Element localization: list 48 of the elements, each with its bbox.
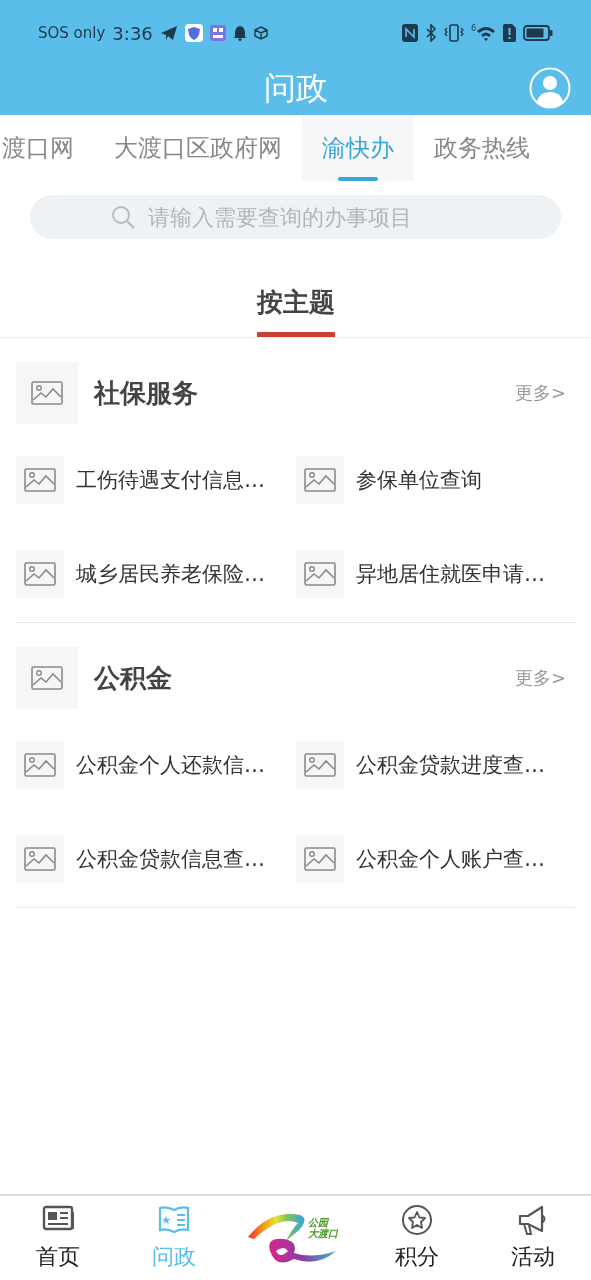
network-type-text: 6 xyxy=(470,25,476,33)
nfc-icon xyxy=(401,24,418,42)
logo-text: 公园 xyxy=(308,1217,329,1228)
search-field[interactable]: 请输入需要查询的办事项目 xyxy=(30,195,561,239)
service-item[interactable]: 公积金贷款进度查… xyxy=(356,751,545,779)
image-icon xyxy=(304,562,336,586)
battery-icon xyxy=(523,25,553,41)
search-icon xyxy=(110,204,136,230)
bell-icon xyxy=(232,25,247,41)
section-title: 社保服务 xyxy=(94,376,199,410)
nav-tab[interactable]: 积分 xyxy=(366,1204,467,1272)
image-icon xyxy=(24,562,56,586)
image-icon xyxy=(31,381,63,405)
service-item[interactable]: 公积金个人还款信… xyxy=(76,751,265,779)
image-icon xyxy=(31,666,63,690)
topic-tab[interactable]: 按主题 xyxy=(256,285,335,337)
clock-time: 3:36 xyxy=(112,22,153,44)
avatar-icon xyxy=(529,67,571,109)
service-item[interactable]: 公积金个人账户查… xyxy=(356,845,545,873)
service-item[interactable]: 参保单位查询 xyxy=(356,466,482,494)
image-icon xyxy=(304,753,336,777)
qr-app-icon xyxy=(209,25,226,41)
tab[interactable]: 大渡口区政府网 xyxy=(94,115,302,181)
book-icon xyxy=(157,1204,192,1236)
service-item[interactable]: 公积金贷款信息查… xyxy=(76,845,265,873)
section-title: 公积金 xyxy=(94,661,173,695)
logo-text: 大渡口 xyxy=(308,1228,339,1239)
tab[interactable]: 渡口网 xyxy=(0,115,94,181)
cube-icon xyxy=(253,26,268,40)
nav-tab[interactable]: 首页 xyxy=(8,1204,109,1272)
image-icon xyxy=(24,753,56,777)
image-icon xyxy=(24,468,56,492)
page-title: 问政 xyxy=(263,67,328,109)
bluetooth-icon xyxy=(424,24,437,42)
service-item[interactable]: 异地居住就医申请… xyxy=(356,560,545,588)
vibrate-icon xyxy=(443,24,464,42)
image-icon xyxy=(304,468,336,492)
image-icon xyxy=(304,847,336,871)
tab[interactable]: 政务热线 xyxy=(414,115,550,181)
send-icon xyxy=(159,25,178,41)
nav-tab[interactable]: 活动 xyxy=(482,1204,583,1272)
image-icon xyxy=(24,847,56,871)
service-item[interactable]: 工伤待遇支付信息… xyxy=(76,466,265,494)
sim-alert-icon xyxy=(503,24,516,42)
carrier-text: SOS only xyxy=(38,24,106,42)
wifi-icon xyxy=(476,25,496,41)
shield-icon xyxy=(184,24,203,42)
service-item[interactable]: 城乡居民养老保险… xyxy=(76,560,265,588)
